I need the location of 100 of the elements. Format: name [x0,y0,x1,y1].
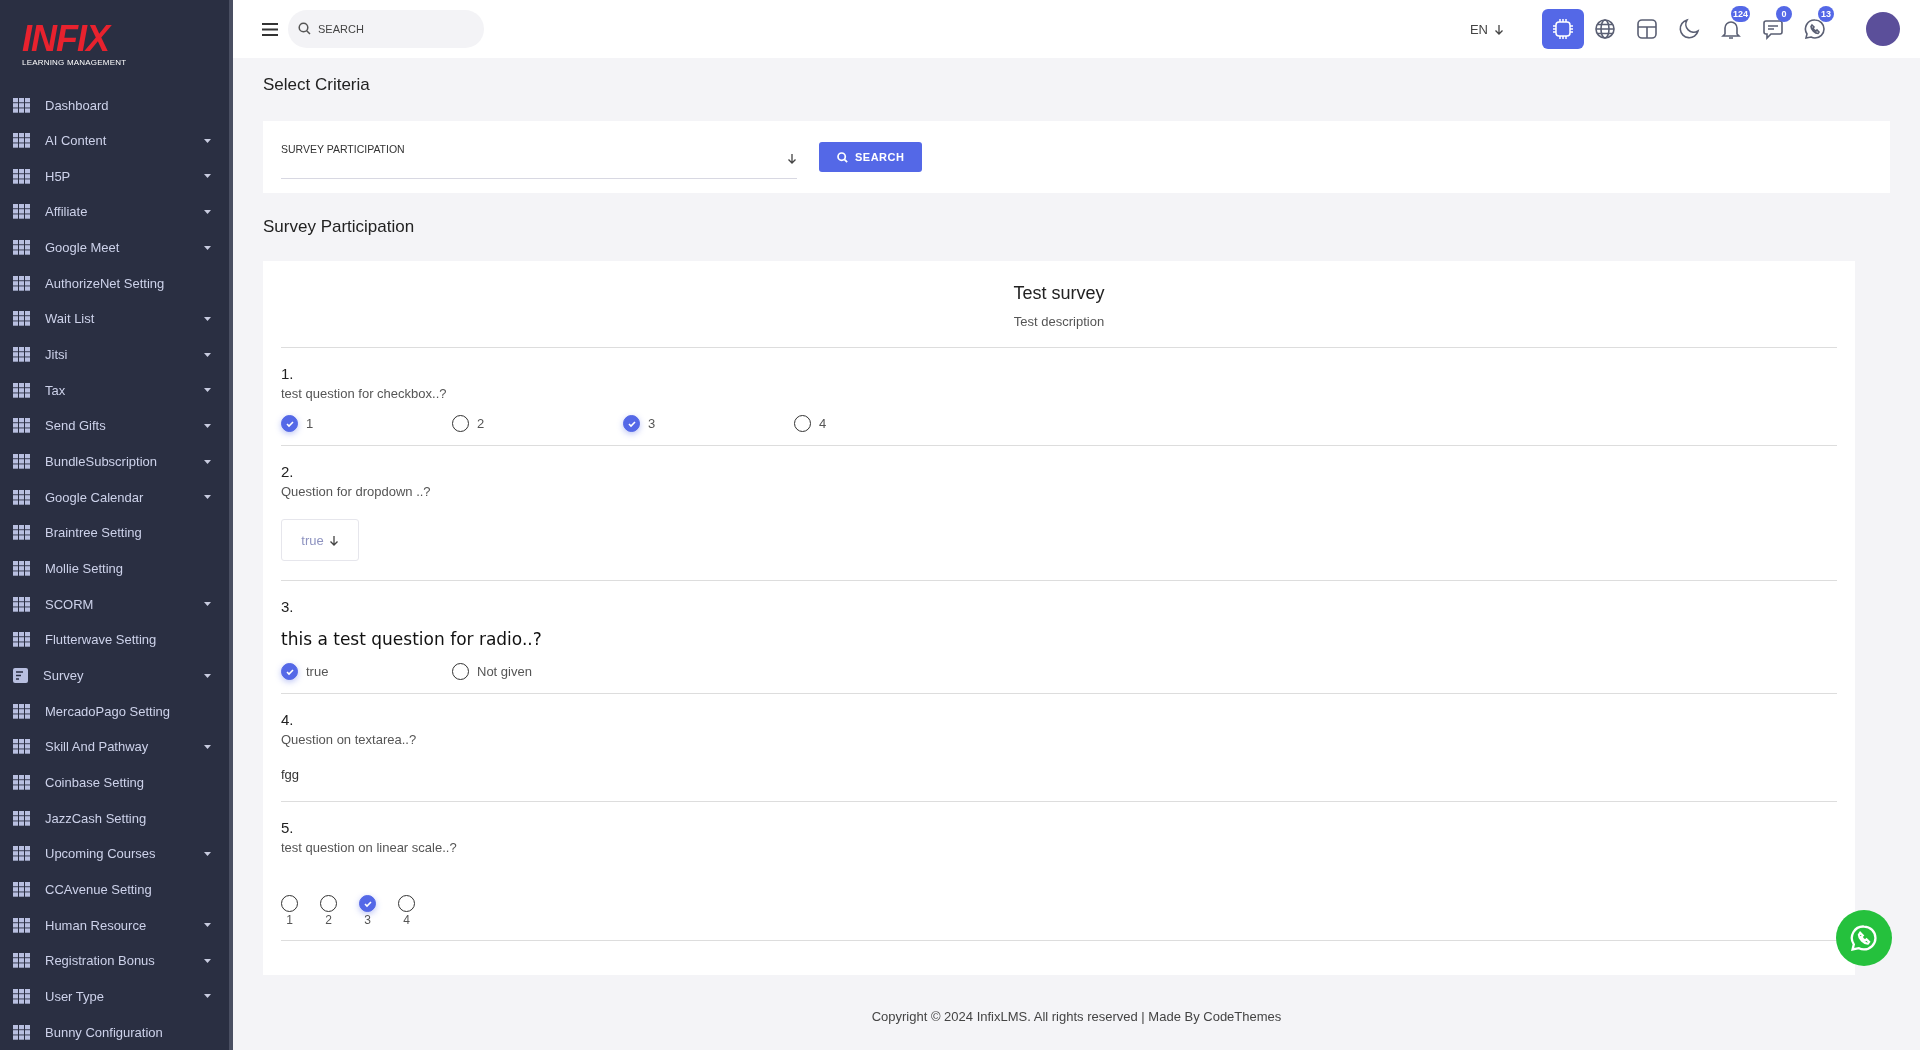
count-badge: 13 [1818,6,1834,22]
search-button[interactable]: SEARCH [819,142,923,172]
sidebar-item[interactable]: JazzCash Setting [45,810,211,826]
sidebar-item[interactable]: Braintree Setting [45,525,211,541]
section-title: Survey Participation [263,217,416,237]
sidebar-item[interactable]: Google Meet [45,240,189,256]
sidebar-item[interactable]: Flutterwave Setting [45,632,211,648]
scale-label: 1 [286,913,293,927]
grid-icon [13,454,30,470]
option-label: Not given [477,664,532,679]
grid-icon [13,810,30,826]
checked-radio[interactable] [623,415,640,432]
search-field[interactable]: SEARCH [288,10,484,48]
check-icon [626,418,637,429]
sidebar-item[interactable]: Human Resource [45,917,189,933]
phone-chat-icon [1850,924,1878,952]
checked-radio[interactable] [281,663,298,680]
sidebar-item[interactable]: Registration Bonus [45,953,189,969]
search-icon [298,22,311,35]
check-icon [362,898,373,909]
check-icon [284,666,295,677]
survey-description: Test description [1013,314,1105,329]
sidebar-item[interactable]: Coinbase Setting [45,774,211,790]
chat-icon [1762,18,1784,40]
footer-text: Copyright © 2024 InfixLMS. All rights reserved | Made By CodeThemes [871,1008,1282,1024]
check-icon [284,418,295,429]
survey-select[interactable]: SURVEY PARTICIPATION [281,135,797,179]
grid-icon [13,204,30,220]
sidebar-item[interactable]: H5P [45,168,189,184]
grid-icon [13,525,30,541]
option-label: 1 [306,416,314,431]
sidebar-item[interactable]: Upcoming Courses [45,846,189,862]
search-icon [837,151,848,163]
sidebar-item[interactable]: User Type [45,988,189,1004]
question-text: this a test question for radio..? [281,629,543,649]
phone-chat-icon [1804,18,1826,40]
grid-icon [13,97,30,113]
scale-label: 2 [325,913,332,927]
sidebar-item[interactable]: Dashboard [45,97,211,113]
grid-icon [13,418,30,434]
option-label: 4 [819,416,827,431]
question-number: 4. [281,711,295,728]
answer-text: fgg [281,767,301,782]
section-title: Select Criteria [263,75,371,95]
question-text: Question on textarea..? [281,732,418,747]
globe-icon [1594,18,1616,40]
grid-icon [13,275,30,291]
sidebar-item[interactable]: Skill And Pathway [45,739,189,755]
question-number: 1. [281,365,295,382]
grid-icon [13,311,30,327]
question-number: 3. [281,598,295,615]
chip-icon [1551,17,1575,41]
arrow-down-icon [787,153,797,164]
sidebar-item[interactable]: Bunny Configuration [45,1024,211,1040]
grid-icon [13,881,30,897]
sidebar-item[interactable]: AuthorizeNet Setting [45,275,211,291]
count-badge: 0 [1776,6,1792,22]
grid-icon [13,846,30,862]
sidebar-item[interactable]: CCAvenue Setting [45,881,211,897]
checked-radio[interactable] [281,415,298,432]
language-selector[interactable]: EN [1463,20,1510,38]
logo-wordmark: INFIX [22,20,229,57]
survey-title: Test survey [1012,283,1106,304]
option-label: 3 [648,416,656,431]
sidebar-item[interactable]: MercadoPago Setting [45,703,211,719]
question-number: 2. [281,463,295,480]
sidebar-item[interactable]: Tax [45,382,189,398]
grid-icon [13,632,30,648]
grid-icon [13,703,30,719]
sidebar-item[interactable]: Affiliate [45,204,189,220]
menu-icon[interactable] [262,22,278,36]
sidebar-item[interactable]: Wait List [45,311,189,327]
option-label: true [306,664,329,679]
grid-icon [13,240,30,256]
sidebar-item[interactable]: BundleSubscription [45,454,189,470]
toolbar-button[interactable]: 0 [1752,9,1794,49]
sidebar-item[interactable]: Send Gifts [45,418,189,434]
sidebar-item[interactable]: Survey [43,668,189,683]
sidebar-item[interactable]: SCORM [45,596,189,612]
question-text: test question on linear scale..? [281,840,458,855]
option-label: 2 [477,416,485,431]
toolbar-button[interactable]: 124 [1710,9,1752,49]
grid-icon [13,347,30,363]
sidebar-item[interactable]: Google Calendar [45,489,189,505]
question-text: test question for checkbox..? [281,386,448,401]
avatar[interactable] [1866,12,1900,46]
scale-label: 3 [364,913,371,927]
grid-icon [13,739,30,755]
document-icon [13,668,28,683]
question-text: Question for dropdown ..? [281,484,432,499]
question-number: 5. [281,819,295,836]
sidebar-item[interactable]: AI Content [45,133,189,149]
toolbar-button[interactable]: 13 [1794,9,1836,49]
checked-radio[interactable] [359,895,376,912]
sidebar-item[interactable]: Jitsi [45,347,189,363]
moon-icon [1678,18,1700,40]
arrow-down-icon [1494,23,1504,35]
sidebar-item[interactable]: Mollie Setting [45,561,211,577]
count-badge: 124 [1730,6,1750,22]
toolbar-button[interactable] [1542,9,1584,49]
